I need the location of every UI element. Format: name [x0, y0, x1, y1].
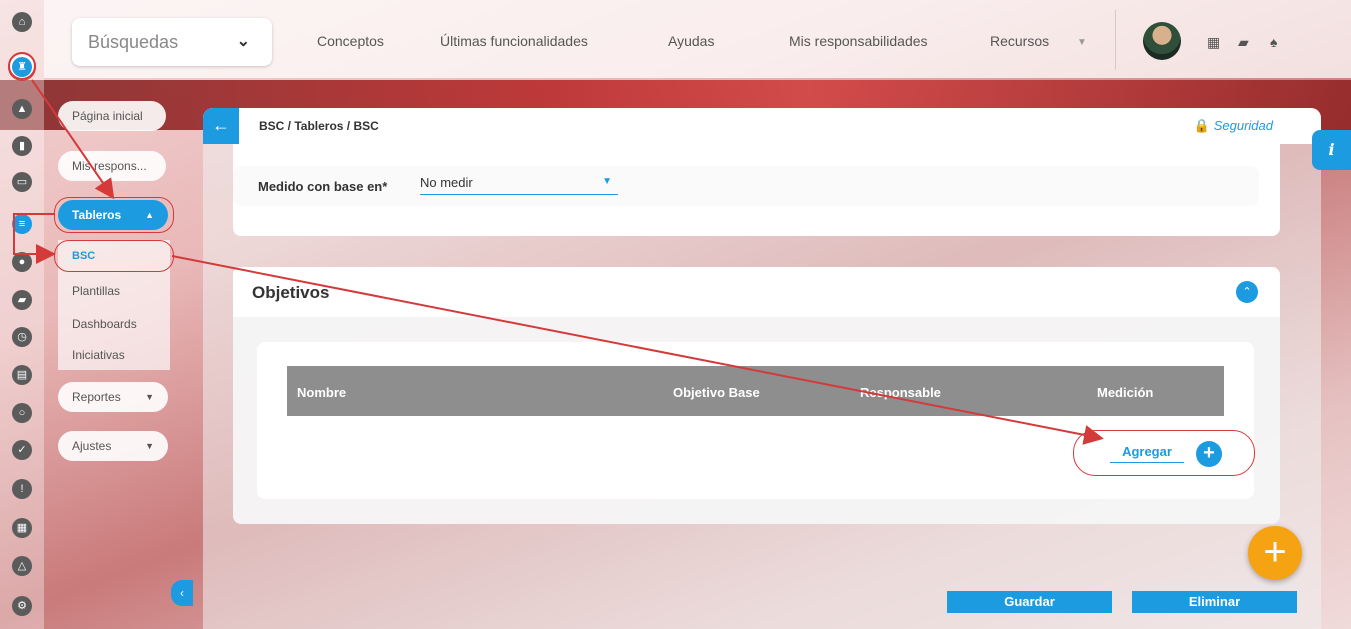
- chess-circle: [8, 52, 36, 80]
- arrow-to-agregar: [171, 255, 1104, 445]
- arrow-to-bsc: [13, 213, 56, 264]
- annotation-arrows: [8, 52, 1104, 445]
- arrow-to-tableros: [31, 79, 115, 200]
